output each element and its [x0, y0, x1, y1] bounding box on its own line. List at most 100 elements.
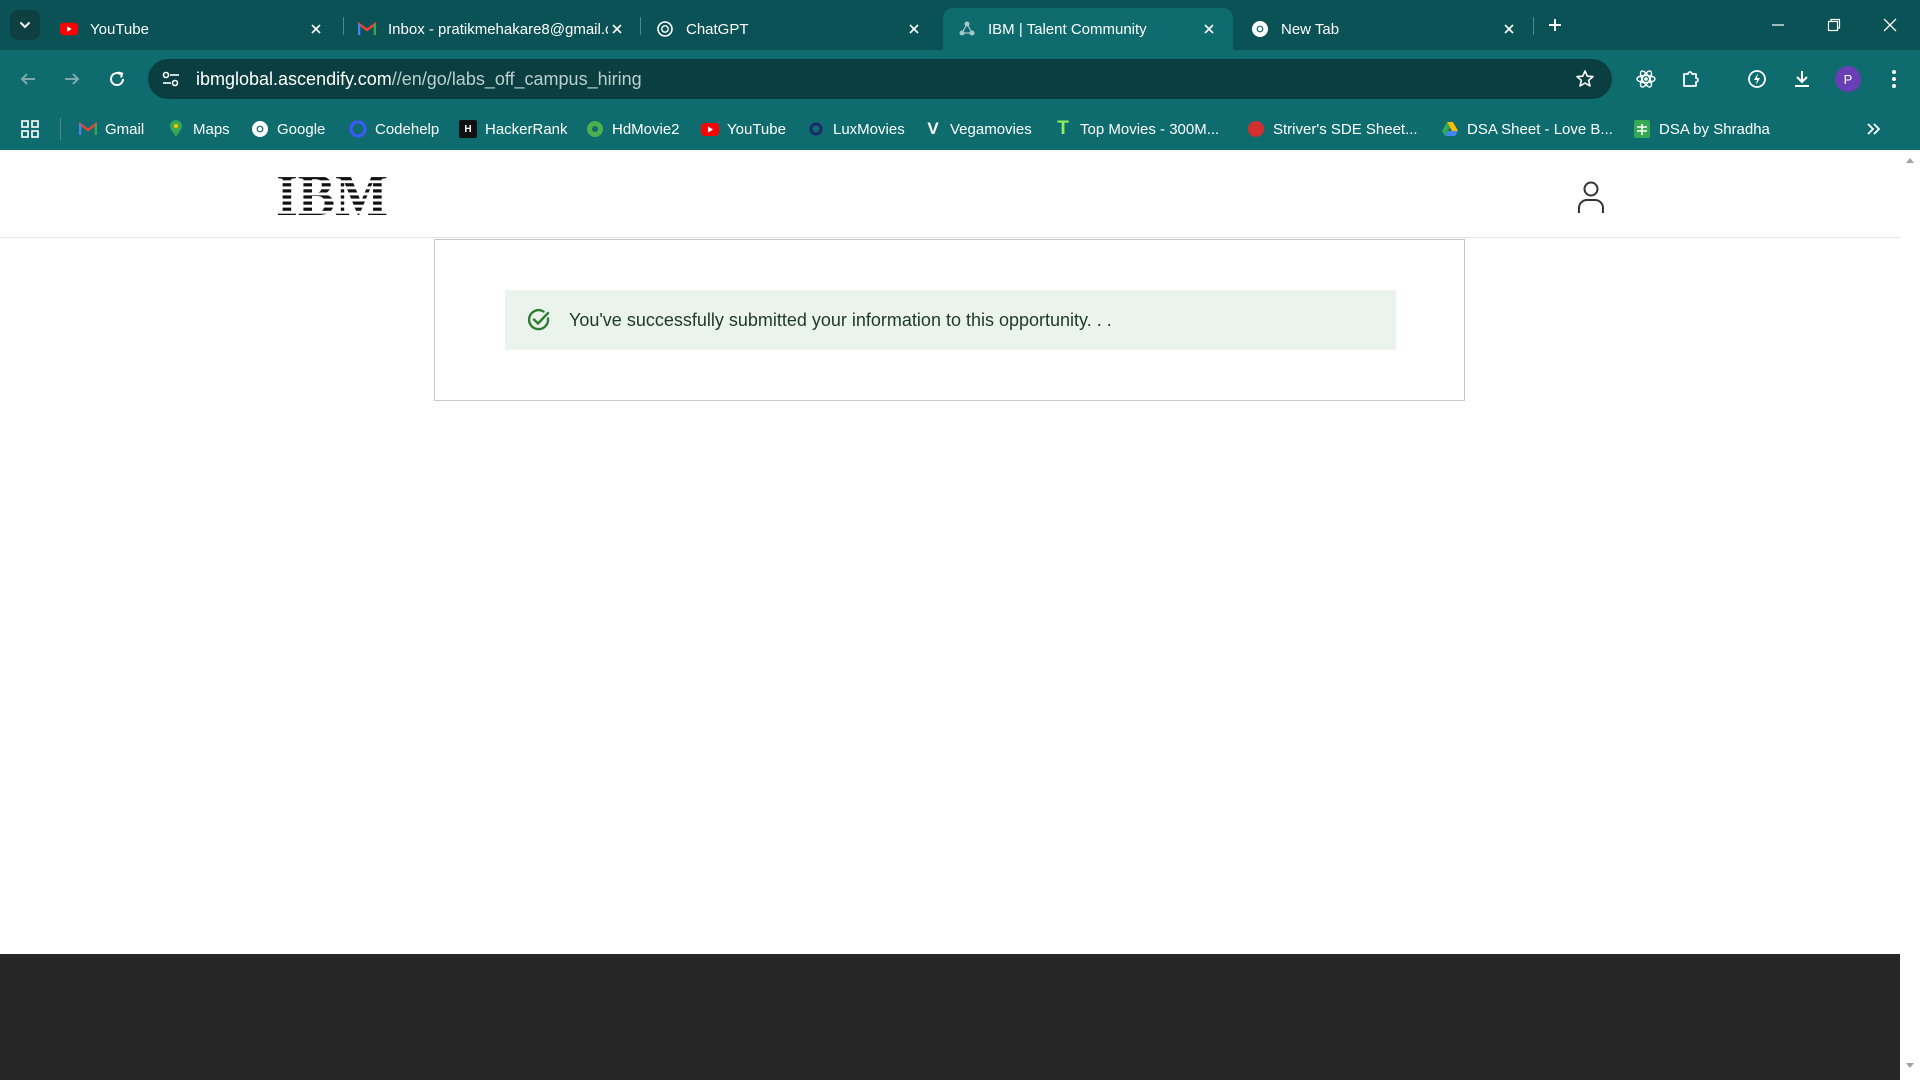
- arrow-left-icon: [20, 73, 35, 85]
- scroll-down-arrow-icon[interactable]: [1905, 1062, 1915, 1070]
- bookmark-label: LuxMovies: [833, 120, 905, 138]
- url-host: ibmglobal.ascendify.com: [196, 68, 392, 89]
- bookmarks-overflow-button[interactable]: [1862, 118, 1886, 140]
- chevron-down-icon: [20, 22, 30, 29]
- ibm-favicon-icon: [958, 20, 976, 38]
- back-button[interactable]: [12, 63, 44, 95]
- profile-avatar[interactable]: P: [1835, 66, 1861, 92]
- bookmark-striver-sde-sheet[interactable]: Striver's SDE Sheet...: [1247, 116, 1418, 142]
- tab-search-button[interactable]: [10, 10, 40, 40]
- bookmark-google[interactable]: Google: [251, 116, 325, 142]
- bookmarks-divider: [60, 118, 61, 140]
- close-window-button[interactable]: [1862, 0, 1918, 50]
- bookmark-star-icon[interactable]: [1572, 66, 1598, 92]
- reload-icon: [110, 71, 125, 87]
- close-icon[interactable]: [1499, 19, 1519, 39]
- bookmark-label: Gmail: [105, 120, 145, 138]
- confirmation-card: You've successfully submitted your infor…: [434, 239, 1465, 401]
- page-content: IBM You've successfully submitted your i…: [0, 150, 1900, 1080]
- chevron-double-right-icon: [1867, 123, 1881, 135]
- new-tab-button[interactable]: [1541, 11, 1569, 39]
- bookmark-youtube[interactable]: YouTube: [701, 116, 786, 142]
- bookmark-label: Striver's SDE Sheet...: [1273, 120, 1418, 138]
- forward-button[interactable]: [56, 63, 88, 95]
- bookmark-label: Top Movies - 300M...: [1080, 120, 1220, 138]
- gmail-icon: [358, 20, 376, 38]
- bookmark-label: Maps: [193, 120, 230, 138]
- close-icon[interactable]: [306, 19, 326, 39]
- site-info-icon[interactable]: [156, 64, 186, 94]
- site-header: IBM: [0, 150, 1900, 238]
- apps-grid-icon: [21, 120, 39, 138]
- browser-menu-button[interactable]: [1878, 63, 1910, 95]
- codehelp-icon: [349, 120, 367, 138]
- bookmarks-bar: Gmail Maps Google Codehelp H HackerRank …: [0, 108, 1920, 150]
- scroll-up-arrow-icon[interactable]: [1905, 156, 1915, 164]
- bookmark-label: Codehelp: [375, 120, 440, 138]
- restore-button[interactable]: [1806, 0, 1862, 50]
- tab-title: IBM | Talent Community: [988, 20, 1147, 38]
- tab-title: Inbox - pratikmehakare8@gmail.com: [388, 20, 608, 38]
- bookmark-hdmovie2[interactable]: HdMovie2: [586, 116, 680, 142]
- tab-title: New Tab: [1281, 20, 1340, 38]
- puzzle-icon: [1683, 71, 1699, 87]
- react-devtools-extension[interactable]: [1630, 63, 1662, 95]
- tab-title: ChatGPT: [686, 20, 749, 38]
- downloads-button[interactable]: [1786, 63, 1818, 95]
- bookmark-maps[interactable]: Maps: [167, 116, 230, 142]
- tab-ibm-talent-community[interactable]: IBM | Talent Community: [943, 8, 1233, 50]
- url-text: ibmglobal.ascendify.com//en/go/labs_off_…: [196, 69, 642, 90]
- site-footer: [0, 954, 1900, 1080]
- restore-icon: [1827, 18, 1841, 32]
- performance-button[interactable]: [1741, 63, 1773, 95]
- ibm-logo-text: IBM: [276, 171, 388, 217]
- bookmark-label: YouTube: [727, 120, 786, 138]
- close-icon: [1883, 18, 1897, 32]
- minimize-icon: [1772, 24, 1784, 26]
- bookmark-label: HackerRank: [485, 120, 568, 138]
- bookmark-label: DSA by Shradha: [1659, 120, 1770, 138]
- chatgpt-icon: [656, 20, 674, 38]
- plus-icon: [1549, 19, 1561, 31]
- drive-icon: [1441, 120, 1459, 138]
- bookmark-luxmovies[interactable]: LuxMovies: [807, 116, 905, 142]
- user-icon[interactable]: [1576, 180, 1606, 214]
- arrow-right-icon: [65, 73, 80, 85]
- tab-youtube[interactable]: YouTube: [45, 8, 340, 50]
- reload-button[interactable]: [101, 63, 133, 95]
- bookmark-dsa-sheet-love-babbar[interactable]: DSA Sheet - Love B...: [1441, 116, 1613, 142]
- sheets-icon: [1633, 120, 1651, 138]
- youtube-icon: [701, 120, 719, 138]
- extensions-button[interactable]: [1675, 63, 1707, 95]
- topmovies-icon: T: [1057, 118, 1069, 139]
- download-icon: [1795, 71, 1809, 87]
- bookmark-label: DSA Sheet - Love B...: [1467, 120, 1613, 138]
- striver-icon: [1247, 120, 1265, 138]
- page-scrollbar[interactable]: [1900, 150, 1920, 1080]
- gmail-icon: [79, 120, 97, 138]
- bookmark-codehelp[interactable]: Codehelp: [349, 116, 439, 142]
- close-icon[interactable]: [608, 19, 626, 39]
- address-bar[interactable]: ibmglobal.ascendify.com//en/go/labs_off_…: [148, 59, 1612, 99]
- vegamovies-icon: V: [927, 119, 939, 138]
- hdmovie-icon: [586, 120, 604, 138]
- tab-new-tab[interactable]: New Tab: [1236, 8, 1533, 50]
- close-icon[interactable]: [1199, 19, 1219, 39]
- tab-chatgpt[interactable]: ChatGPT: [641, 8, 938, 50]
- bookmark-gmail[interactable]: Gmail: [79, 116, 144, 142]
- hackerrank-icon: H: [459, 120, 477, 138]
- apps-button[interactable]: [18, 118, 42, 140]
- youtube-icon: [60, 20, 78, 38]
- tab-gmail[interactable]: Inbox - pratikmehakare8@gmail.com: [343, 8, 640, 50]
- bookmark-label: HdMovie2: [612, 120, 680, 138]
- bookmark-dsa-by-shradha[interactable]: DSA by Shradha: [1633, 116, 1770, 142]
- bookmark-top-movies[interactable]: T Top Movies - 300M...: [1054, 116, 1219, 142]
- bookmark-vegamovies[interactable]: V Vegamovies: [924, 116, 1031, 142]
- minimize-button[interactable]: [1750, 0, 1806, 50]
- close-icon[interactable]: [904, 19, 924, 39]
- ibm-logo[interactable]: IBM: [275, 171, 389, 217]
- bookmark-label: Google: [277, 120, 326, 138]
- chrome-icon: [1251, 20, 1269, 38]
- bookmark-hackerrank[interactable]: H HackerRank: [459, 116, 568, 142]
- tab-strip: YouTube Inbox - pratikmehakare8@gmail.co…: [0, 0, 1920, 50]
